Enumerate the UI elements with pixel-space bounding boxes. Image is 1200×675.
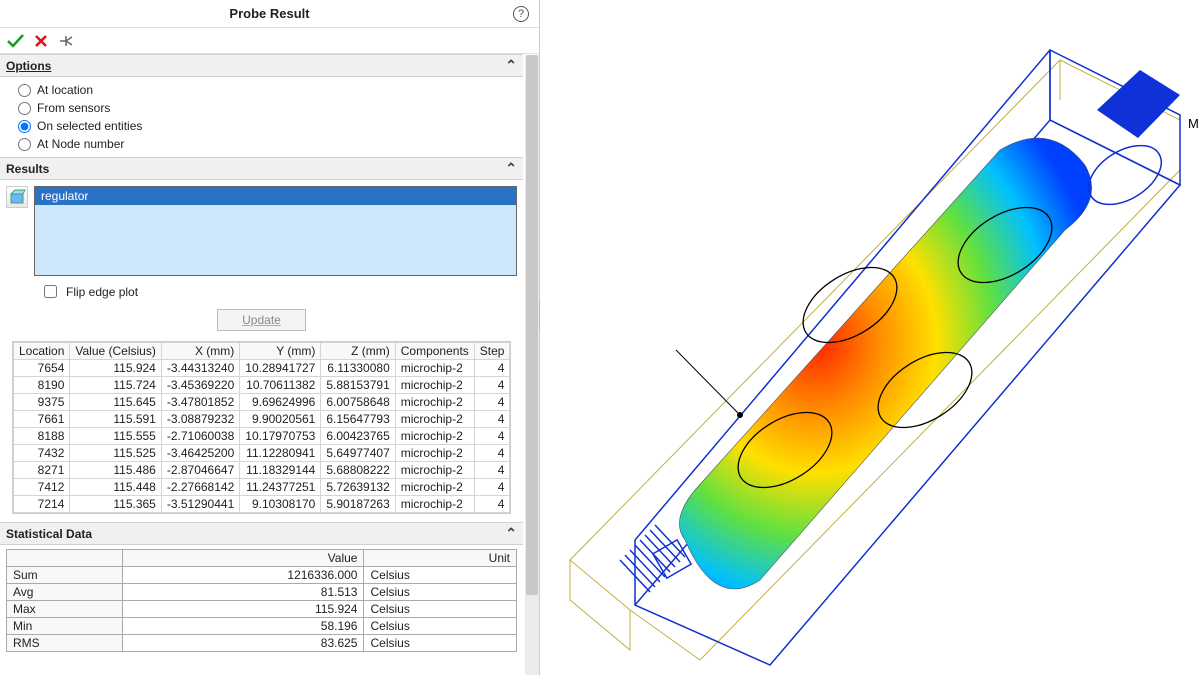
table-row[interactable]: 8190115.724-3.4536922010.706113825.88153… — [14, 377, 510, 394]
flip-edge-checkbox-row[interactable]: Flip edge plot — [6, 276, 517, 305]
col-location[interactable]: Location — [14, 343, 70, 360]
tag-m: M — [1188, 116, 1199, 131]
stats-row[interactable]: Max115.924Celsius — [7, 601, 517, 618]
action-row — [0, 28, 539, 54]
flip-edge-label: Flip edge plot — [66, 285, 138, 299]
stats-row[interactable]: Min58.196Celsius — [7, 618, 517, 635]
stats-body: Value Unit Sum1216336.000CelsiusAvg81.51… — [0, 545, 523, 656]
panel-scroll-thumb[interactable] — [526, 55, 538, 595]
radio-at-location[interactable]: At location — [18, 81, 505, 99]
chevron-up-icon: ⌃ — [505, 160, 517, 177]
options-section-head[interactable]: Options ⌃ — [0, 54, 523, 77]
panel-inner: Options ⌃ At location From sensors On se… — [0, 54, 539, 675]
col-z[interactable]: Z (mm) — [321, 343, 395, 360]
radio-at-node-input[interactable] — [18, 138, 31, 151]
probe-result-panel: Probe Result ? Options ⌃ At location Fro… — [0, 0, 540, 675]
results-heading: Results — [6, 162, 49, 176]
col-x[interactable]: X (mm) — [161, 343, 239, 360]
results-table[interactable]: Location Value (Celsius) X (mm) Y (mm) Z… — [13, 342, 510, 513]
chevron-up-icon: ⌃ — [505, 525, 517, 542]
select-body-icon[interactable] — [6, 186, 28, 208]
options-body: At location From sensors On selected ent… — [0, 77, 523, 157]
results-section-head[interactable]: Results ⌃ — [0, 157, 523, 180]
entity-item-regulator[interactable]: regulator — [35, 187, 516, 205]
cancel-icon[interactable] — [34, 34, 48, 48]
stats-heading: Statistical Data — [6, 527, 92, 541]
stats-col-value[interactable]: Value — [122, 550, 364, 567]
radio-at-node[interactable]: At Node number — [18, 135, 505, 153]
radio-at-node-label: At Node number — [37, 137, 124, 151]
graphics-viewport[interactable]: M Max: 115.924 ⊕ Z Y X — [540, 0, 1200, 675]
results-body: regulator Flip edge plot Update Location… — [0, 180, 523, 522]
update-button[interactable]: Update — [217, 309, 306, 331]
radio-from-sensors-label: From sensors — [37, 101, 110, 115]
stats-table[interactable]: Value Unit Sum1216336.000CelsiusAvg81.51… — [6, 549, 517, 652]
flip-edge-checkbox[interactable] — [44, 285, 57, 298]
radio-from-sensors-input[interactable] — [18, 102, 31, 115]
stats-col-blank — [7, 550, 123, 567]
radio-selected-entities-input[interactable] — [18, 120, 31, 133]
table-row[interactable]: 8271115.486-2.8704664711.183291445.68808… — [14, 462, 510, 479]
results-table-wrap: Location Value (Celsius) X (mm) Y (mm) Z… — [12, 341, 511, 514]
stats-row[interactable]: Avg81.513Celsius — [7, 584, 517, 601]
options-heading: Options — [6, 59, 51, 73]
table-row[interactable]: 7432115.525-3.4642520011.122809415.64977… — [14, 445, 510, 462]
model-render: M — [540, 0, 1200, 675]
chevron-up-icon: ⌃ — [505, 57, 517, 74]
pin-icon[interactable] — [58, 34, 74, 48]
entity-listbox[interactable]: regulator — [34, 186, 517, 276]
stats-row[interactable]: Sum1216336.000Celsius — [7, 567, 517, 584]
table-row[interactable]: 7214115.365-3.512904419.103081705.901872… — [14, 496, 510, 513]
table-row[interactable]: 7661115.591-3.088792329.900205616.156477… — [14, 411, 510, 428]
col-comp[interactable]: Components — [395, 343, 474, 360]
help-icon[interactable]: ? — [513, 6, 529, 22]
table-row[interactable]: 7412115.448-2.2766814211.243772515.72639… — [14, 479, 510, 496]
col-value[interactable]: Value (Celsius) — [70, 343, 161, 360]
radio-selected-entities[interactable]: On selected entities — [18, 117, 505, 135]
table-row[interactable]: 8188115.555-2.7106003810.179707536.00423… — [14, 428, 510, 445]
col-y[interactable]: Y (mm) — [240, 343, 321, 360]
radio-at-location-label: At location — [37, 83, 93, 97]
col-step[interactable]: Step — [474, 343, 510, 360]
panel-title: Probe Result — [229, 6, 309, 21]
ok-icon[interactable] — [6, 33, 24, 49]
radio-at-location-input[interactable] — [18, 84, 31, 97]
panel-header: Probe Result ? — [0, 0, 539, 28]
stats-row[interactable]: RMS83.625Celsius — [7, 635, 517, 652]
table-row[interactable]: 9375115.645-3.478018529.696249966.007586… — [14, 394, 510, 411]
panel-scrollbar[interactable] — [525, 55, 539, 675]
radio-from-sensors[interactable]: From sensors — [18, 99, 505, 117]
table-row[interactable]: 7654115.924-3.4431324010.289417276.11330… — [14, 360, 510, 377]
radio-selected-entities-label: On selected entities — [37, 119, 142, 133]
stats-col-unit[interactable]: Unit — [364, 550, 517, 567]
stats-section-head[interactable]: Statistical Data ⌃ — [0, 522, 523, 545]
